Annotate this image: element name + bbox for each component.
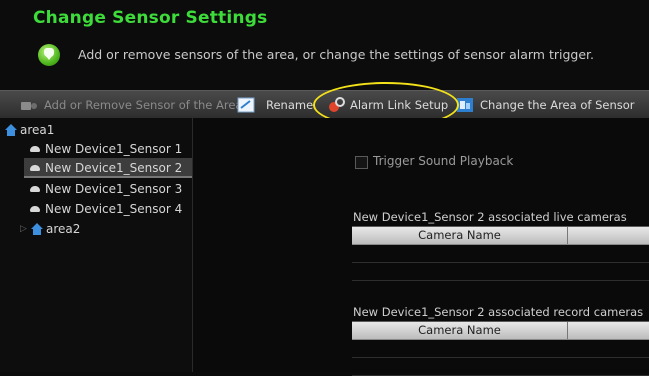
record-cameras-label: New Device1_Sensor 2 associated record c… (353, 305, 644, 319)
camera-name-column-header[interactable]: Camera Name (352, 322, 568, 339)
table-row[interactable] (352, 263, 649, 281)
table-row[interactable] (352, 358, 649, 376)
table-header: Camera Name (352, 322, 649, 340)
live-cameras-label: New Device1_Sensor 2 associated live cam… (353, 210, 627, 224)
table-row[interactable] (352, 245, 649, 263)
sensor-icon (30, 146, 40, 152)
tree-item-label: New Device1_Sensor 1 (45, 142, 183, 156)
tree-item-label: New Device1_Sensor 4 (45, 202, 183, 216)
tree-item-label: New Device1_Sensor 3 (45, 182, 183, 196)
camera-name-column-header[interactable]: Camera Name (352, 227, 568, 244)
tree-item-label: New Device1_Sensor 2 (45, 161, 183, 175)
tree-item-label: area1 (20, 123, 55, 137)
tree-item-label: area2 (46, 222, 81, 236)
tree-item-sensor[interactable]: New Device1_Sensor 4 (30, 199, 182, 219)
add-remove-sensor-label: Add or Remove Sensor of the Area (44, 98, 243, 112)
trigger-sound-checkbox[interactable] (355, 156, 368, 169)
info-bubble-icon (38, 44, 60, 66)
area-tree: area1 New Device1_Sensor 1 New Device1_S… (0, 118, 193, 372)
rename-label: Rename (266, 98, 314, 112)
sensor-settings-panel: Trigger Sound Playback New Device1_Senso… (193, 118, 649, 376)
sensor-icon (30, 186, 40, 192)
record-cameras-table: Camera Name (352, 321, 649, 376)
tree-item-sensor[interactable]: New Device1_Sensor 1 (30, 139, 182, 159)
table-header: Camera Name (352, 227, 649, 245)
page-title: Change Sensor Settings (33, 8, 268, 28)
rename-icon (237, 97, 255, 113)
trigger-sound-label: Trigger Sound Playback (373, 154, 514, 168)
sensor-icon (30, 165, 40, 171)
change-area-label: Change the Area of Sensor (480, 98, 635, 112)
live-cameras-table: Camera Name (352, 226, 649, 281)
home-icon (31, 223, 43, 235)
sensor-icon (30, 206, 40, 212)
home-icon (5, 124, 17, 136)
page-description: Add or remove sensors of the area, or ch… (78, 47, 594, 62)
table-row[interactable] (352, 340, 649, 358)
expand-arrow-icon[interactable]: ▷ (20, 219, 27, 239)
device-icon (21, 102, 37, 110)
page-header: Change Sensor Settings Add or remove sen… (0, 0, 649, 90)
tree-item-sensor-selected[interactable]: New Device1_Sensor 2 (24, 158, 192, 178)
tree-item-sensor[interactable]: New Device1_Sensor 3 (30, 179, 182, 199)
